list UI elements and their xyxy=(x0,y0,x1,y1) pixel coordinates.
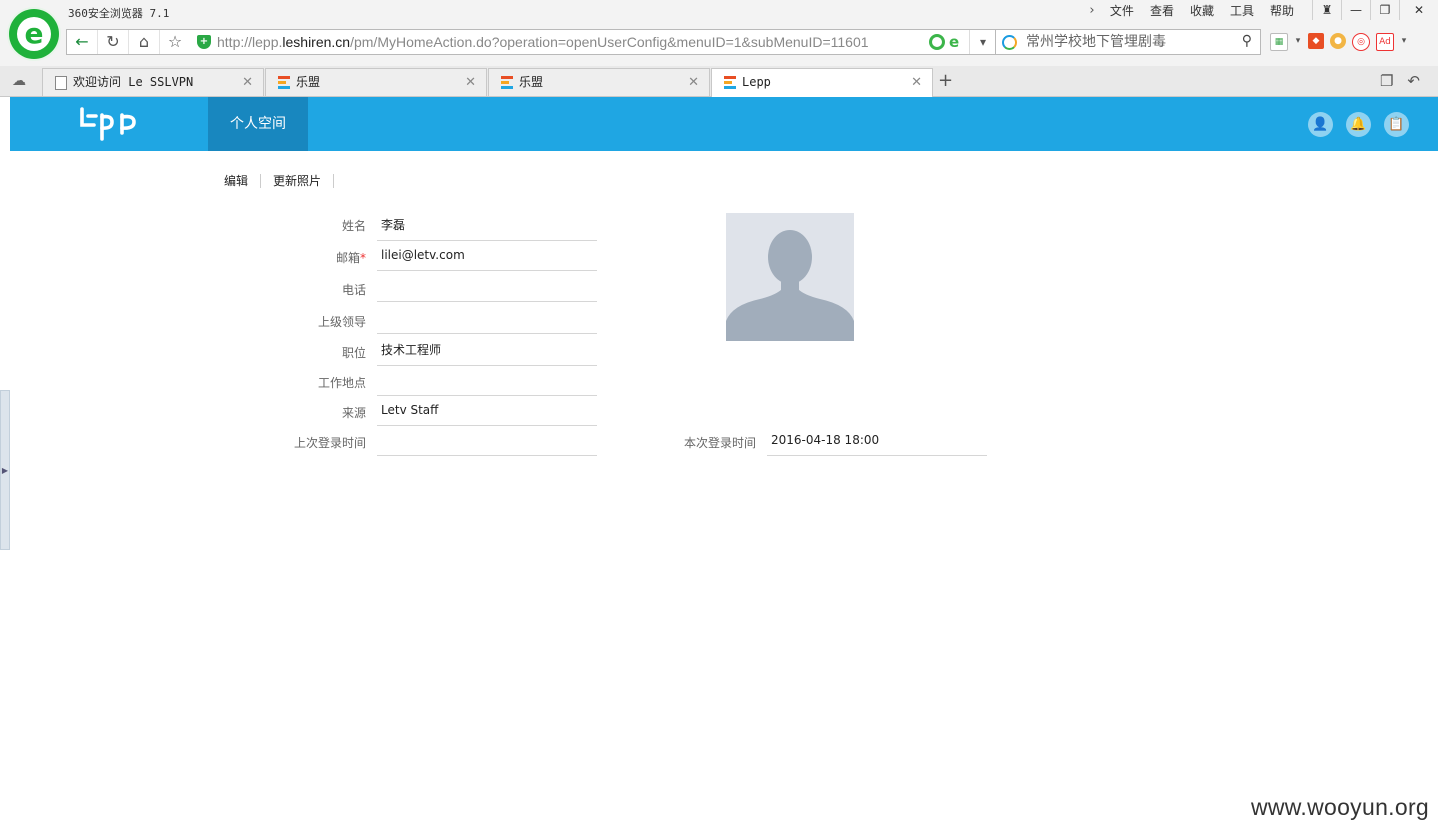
clipboard-icon[interactable]: 📋 xyxy=(1384,112,1409,137)
last-login-label: 上次登录时间 xyxy=(293,436,366,450)
close-window-button[interactable]: ✕ xyxy=(1399,0,1438,20)
sidebar-toggle-handle[interactable]: ▶ xyxy=(0,390,10,550)
target-icon[interactable]: ◎ xyxy=(1352,33,1370,51)
current-login-field[interactable]: 2016-04-18 18:00 xyxy=(767,425,987,456)
tab-lepp-active[interactable]: Lepp ✕ xyxy=(711,68,933,97)
tab-label: 乐盟 xyxy=(296,75,321,89)
avatar-placeholder[interactable] xyxy=(726,213,854,341)
search-icon[interactable]: ⚲ xyxy=(1242,33,1252,49)
lepp-icon xyxy=(278,76,290,90)
tab-label: 乐盟 xyxy=(519,75,544,89)
tab-bar: ☁ 欢迎访问 Le SSLVPN ✕ 乐盟 ✕ 乐盟 ✕ Lepp ✕ + ❐ … xyxy=(0,66,1438,97)
position-field[interactable]: 技术工程师 xyxy=(377,335,597,366)
tab-close-icon[interactable]: ✕ xyxy=(688,69,699,96)
profile-actions: 编辑 更新照片 xyxy=(224,172,346,189)
source-field[interactable]: Letv Staff xyxy=(377,395,597,426)
edit-button[interactable]: 编辑 xyxy=(224,172,248,189)
maximize-button[interactable]: ❐ xyxy=(1370,0,1399,20)
refresh-icon[interactable]: ↻ xyxy=(98,30,129,54)
user-profile-icon[interactable]: 👤 xyxy=(1308,112,1333,137)
window-controls: ♜ — ❐ ✕ xyxy=(1312,0,1438,20)
required-mark: * xyxy=(360,251,366,265)
update-photo-button[interactable]: 更新照片 xyxy=(273,172,321,189)
home-icon[interactable]: ⌂ xyxy=(129,30,160,54)
lepp-icon xyxy=(724,76,736,90)
action-divider xyxy=(333,173,335,188)
name-label: 姓名 xyxy=(341,219,366,233)
adblock-icon[interactable]: Ad xyxy=(1376,33,1394,51)
email-label: 邮箱* xyxy=(276,242,366,274)
browser-nav-bar: ← ↻ ⌂ ☆ + http://lepp.leshiren.cn/pm/MyH… xyxy=(0,26,1438,66)
lepp-icon xyxy=(501,76,513,90)
phone-label: 电话 xyxy=(341,283,366,297)
favorite-star-icon[interactable]: ☆ xyxy=(160,30,190,54)
menu-view[interactable]: 查看 xyxy=(1142,3,1182,19)
action-divider xyxy=(260,173,262,188)
tab-label: 欢迎访问 Le SSLVPN xyxy=(73,75,194,89)
location-label: 工作地点 xyxy=(317,376,366,390)
search-input[interactable]: 常州学校地下管埋剧毒 xyxy=(1026,30,1166,54)
email-field[interactable]: lilei@letv.com xyxy=(377,240,597,271)
page-content: 个人空间 👤 🔔 📋 编辑 更新照片 姓名 李磊 邮箱* lilei@letv.… xyxy=(10,97,1438,835)
app-header: 个人空间 👤 🔔 📋 xyxy=(10,97,1438,151)
menu-favorites[interactable]: 收藏 xyxy=(1182,3,1222,19)
location-field[interactable] xyxy=(377,365,597,396)
position-label: 职位 xyxy=(341,346,366,360)
undo-close-tab-icon[interactable]: ↶ xyxy=(1407,72,1420,90)
page-icon xyxy=(55,76,67,90)
url-path: /pm/MyHomeAction.do?operation=openUserCo… xyxy=(350,34,869,50)
watermark-text: www.wooyun.org xyxy=(1250,794,1429,820)
nav-tab-personal-space[interactable]: 个人空间 xyxy=(208,97,308,151)
compat-mode-icon[interactable]: e xyxy=(949,32,959,52)
email-label-text: 邮箱 xyxy=(335,251,360,265)
lepp-logo[interactable] xyxy=(78,105,144,143)
manager-label: 上级领导 xyxy=(317,315,366,329)
url-prefix: http://lepp. xyxy=(217,34,283,50)
tab-close-icon[interactable]: ✕ xyxy=(911,69,922,96)
phone-field[interactable] xyxy=(377,271,597,302)
browser-title-bar: 360安全浏览器 7.1 › 文件 查看 收藏 工具 帮助 ♜ — ❐ ✕ xyxy=(0,0,1438,26)
menu-help[interactable]: 帮助 xyxy=(1262,3,1302,19)
cookie-icon[interactable]: ● xyxy=(1330,33,1346,49)
browser-logo-icon[interactable]: e xyxy=(9,9,59,59)
address-dropdown-icon[interactable]: ▾ xyxy=(969,30,996,54)
color-app-icon[interactable]: ◆ xyxy=(1308,33,1324,49)
new-tab-plus-icon[interactable]: + xyxy=(938,70,953,92)
person-silhouette-icon xyxy=(726,213,854,341)
search-engine-icon[interactable] xyxy=(1002,35,1017,50)
apps-dropdown-icon[interactable]: ▾ xyxy=(1294,33,1302,49)
menu-expand-chevron-icon[interactable]: › xyxy=(1082,3,1102,19)
extension-icons: ▦ ▾ ◆ ● ◎ Ad ▾ xyxy=(1270,33,1408,51)
tab-close-icon[interactable]: ✕ xyxy=(242,69,253,96)
browser-app-title: 360安全浏览器 7.1 xyxy=(68,7,170,20)
speed-mode-icon[interactable] xyxy=(929,34,945,50)
menu-tools[interactable]: 工具 xyxy=(1222,3,1262,19)
browser-menu-bar: › 文件 查看 收藏 工具 帮助 xyxy=(1082,3,1302,19)
tab-label: Lepp xyxy=(742,75,771,89)
tab-list-icon[interactable]: ❐ xyxy=(1380,72,1393,90)
current-login-label: 本次登录时间 xyxy=(683,436,756,450)
name-field[interactable]: 李磊 xyxy=(377,210,597,241)
last-login-field[interactable] xyxy=(377,425,597,456)
menu-file[interactable]: 文件 xyxy=(1102,3,1142,19)
search-box[interactable]: 常州学校地下管埋剧毒 ⚲ xyxy=(995,29,1261,55)
source-label: 来源 xyxy=(341,406,366,420)
tab-tools: ❐ ↶ xyxy=(1380,72,1420,90)
skin-shirt-icon[interactable]: ♜ xyxy=(1312,0,1341,20)
security-shield-icon[interactable]: + xyxy=(197,35,211,49)
tab-lemeng-1[interactable]: 乐盟 ✕ xyxy=(265,68,487,96)
tab-sslvpn[interactable]: 欢迎访问 Le SSLVPN ✕ xyxy=(42,68,264,96)
tab-lemeng-2[interactable]: 乐盟 ✕ xyxy=(488,68,710,96)
notification-bell-icon[interactable]: 🔔 xyxy=(1346,112,1371,137)
url-host: leshiren.cn xyxy=(282,34,351,50)
tab-close-icon[interactable]: ✕ xyxy=(465,69,476,96)
address-bar[interactable]: ← ↻ ⌂ ☆ + http://lepp.leshiren.cn/pm/MyH… xyxy=(66,29,996,55)
extensions-dropdown-icon[interactable]: ▾ xyxy=(1400,33,1408,49)
back-arrow-icon[interactable]: ← xyxy=(67,30,98,54)
minimize-button[interactable]: — xyxy=(1341,0,1370,20)
apps-grid-icon[interactable]: ▦ xyxy=(1270,33,1288,51)
cloud-sync-icon[interactable]: ☁ xyxy=(12,73,26,89)
url-text[interactable]: http://lepp.leshiren.cn/pm/MyHomeAction.… xyxy=(217,30,869,54)
manager-field[interactable] xyxy=(377,303,597,334)
